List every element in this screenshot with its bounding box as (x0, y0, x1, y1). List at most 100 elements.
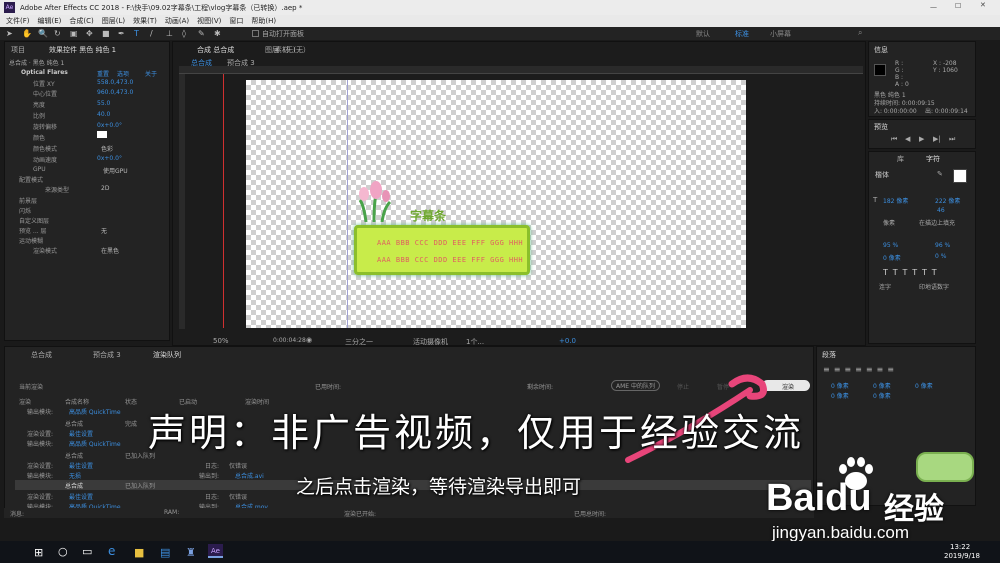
prop-value[interactable]: 在黑色 (101, 246, 119, 255)
menu-animation[interactable]: 动画(A) (165, 15, 189, 27)
row-setting[interactable]: 最佳设置 (69, 429, 93, 438)
menu-view[interactable]: 视图(V) (197, 15, 221, 27)
tab-library[interactable]: 库 (897, 154, 904, 164)
menu-composition[interactable]: 合成(C) (69, 15, 93, 27)
row-log[interactable]: 仅错误 (229, 492, 247, 501)
font-size-value[interactable]: 182 像素 (883, 196, 908, 205)
fill-color-swatch[interactable] (953, 169, 967, 183)
prev-frame-icon[interactable]: ◀ (905, 135, 910, 143)
pen-tool-icon[interactable]: ✒ (118, 29, 126, 38)
store-icon[interactable]: ▤ (160, 546, 170, 559)
rotate-tool-icon[interactable]: ↻ (54, 29, 62, 38)
last-frame-icon[interactable]: ⏭ (949, 135, 955, 144)
stroke-mode-dropdown[interactable]: 在描边上填充 (919, 218, 955, 227)
prop-value[interactable]: 2D (101, 185, 109, 192)
prop-value[interactable]: 558.0,473.0 (97, 79, 133, 86)
prop-value[interactable]: 无 (101, 226, 107, 235)
exposure-value[interactable]: +0.0 (559, 337, 576, 345)
workspace-default[interactable]: 默认 (696, 29, 710, 39)
row-log[interactable]: 仅错误 (229, 461, 247, 470)
menu-layer[interactable]: 图层(L) (102, 15, 125, 27)
subtitle-box[interactable]: AAA BBB CCC DDD EEE FFF GGG HHH AAA BBB … (354, 225, 530, 275)
zoom-tool-icon[interactable]: 🔍 (38, 29, 48, 38)
comp-canvas[interactable] (246, 80, 746, 328)
prop-value[interactable]: 色彩 (101, 144, 113, 153)
tracking-value[interactable]: 46 (937, 207, 945, 214)
tab-footage-visible[interactable]: 素材（无） (275, 45, 310, 55)
minimize-button[interactable]: — (930, 3, 940, 11)
task-view-icon[interactable]: ▭ (82, 545, 92, 558)
menu-edit[interactable]: 编辑(E) (38, 15, 62, 27)
row-setting[interactable]: 最佳设置 (69, 461, 93, 470)
next-frame-icon[interactable]: ▶| (933, 135, 941, 143)
puppet-tool-icon[interactable]: ✱ (214, 29, 222, 38)
tab-composition[interactable]: 合成 总合成 (197, 45, 234, 55)
align-buttons[interactable]: ≡≡≡≡≡≡≡ (823, 365, 898, 374)
horizontal-scale-value[interactable]: 96 % (935, 242, 950, 249)
leading-value[interactable]: 222 像素 (935, 196, 960, 205)
row-module[interactable]: 高品质 QuickTime (69, 439, 121, 448)
prop-value[interactable]: 40.0 (97, 111, 110, 118)
menu-help[interactable]: 帮助(H) (251, 15, 276, 27)
start-icon[interactable]: ⊞ (34, 546, 43, 559)
eyedropper-icon[interactable]: ✎ (937, 170, 943, 178)
tab-effect-controls[interactable]: 效果控件 黑色 纯色 1 (49, 45, 116, 55)
space-after-value[interactable]: 0 像素 (873, 391, 891, 400)
about-button[interactable]: 关于 (145, 69, 157, 78)
tab-comp[interactable]: 总合成 (31, 350, 52, 360)
brush-tool-icon[interactable]: / (150, 29, 158, 38)
reset-button[interactable]: 重置 (97, 69, 109, 78)
tsume-value[interactable]: 0 % (935, 253, 946, 260)
effect-name[interactable]: Optical Flares (21, 69, 68, 76)
folder-icon[interactable]: ■ (134, 546, 144, 559)
menu-file[interactable]: 文件(F) (6, 15, 30, 27)
ligature-checkbox[interactable]: 连字 (879, 282, 891, 291)
row-module[interactable]: 高品质 QuickTime (69, 407, 121, 416)
workspace-standard[interactable]: 标准 (735, 29, 749, 39)
play-icon[interactable]: ▶ (919, 135, 924, 143)
tab-character[interactable]: 字符 (926, 154, 940, 164)
faux-style-buttons[interactable]: TTTTTT (883, 268, 942, 277)
app-icon[interactable]: ♜ (186, 546, 196, 559)
clone-tool-icon[interactable]: ⊥ (166, 29, 174, 38)
camera-tool-icon[interactable]: ▣ (70, 29, 78, 38)
workspace-small[interactable]: 小屏幕 (770, 29, 791, 39)
menu-window[interactable]: 窗口 (229, 15, 243, 27)
prop-value[interactable]: 使用GPU (103, 166, 128, 175)
row-setting[interactable]: 最佳设置 (69, 492, 93, 501)
vertical-scale-value[interactable]: 95 % (883, 242, 898, 249)
maximize-button[interactable]: ☐ (955, 2, 965, 10)
timecode[interactable]: 0:00:04:28 (273, 337, 306, 344)
prop-value[interactable]: 0x+0.0° (97, 122, 122, 129)
camera-snapshot-icon[interactable]: ◉ (306, 336, 312, 344)
tab-preview[interactable]: 预览 (874, 122, 888, 132)
search-help-icon[interactable]: ⌕ (858, 28, 862, 38)
zoom-dropdown[interactable]: 50% (213, 337, 229, 345)
tab-precomp[interactable]: 预合成 3 (93, 350, 121, 360)
roto-tool-icon[interactable]: ✎ (198, 29, 206, 38)
prop-value[interactable]: 55.0 (97, 100, 110, 107)
type-tool-icon[interactable]: T (134, 29, 142, 38)
color-swatch[interactable] (97, 131, 107, 138)
prop-value[interactable]: 0x+0.0° (97, 155, 122, 162)
baseline-value[interactable]: 0 像素 (883, 253, 901, 262)
tab-info[interactable]: 信息 (874, 45, 888, 55)
row-output[interactable]: 总合成.avi (235, 471, 264, 480)
stroke-width-value[interactable]: 像素 (883, 218, 895, 227)
pan-behind-tool-icon[interactable]: ✥ (86, 29, 94, 38)
auto-open-checkbox[interactable] (252, 30, 259, 37)
close-button[interactable]: ✕ (980, 1, 990, 9)
options-button[interactable]: 选项 (117, 69, 129, 78)
tab-render-queue[interactable]: 渲染队列 (153, 350, 181, 360)
edge-icon[interactable]: e (108, 544, 115, 558)
indent-first-value[interactable]: 0 像素 (873, 381, 891, 390)
font-family-dropdown[interactable]: 楷体 (875, 170, 889, 180)
hand-tool-icon[interactable]: ✋ (22, 29, 32, 38)
ae-taskbar-icon[interactable]: Ae (208, 544, 223, 558)
hindi-digits-checkbox[interactable]: 印地语数字 (919, 282, 949, 291)
tab-project[interactable]: 项目 (11, 45, 25, 55)
first-frame-icon[interactable]: ⏮ (891, 135, 897, 144)
selection-tool-icon[interactable]: ➤ (6, 29, 14, 38)
indent-left-value[interactable]: 0 像素 (831, 381, 849, 390)
eraser-tool-icon[interactable]: ◊ (182, 29, 190, 38)
